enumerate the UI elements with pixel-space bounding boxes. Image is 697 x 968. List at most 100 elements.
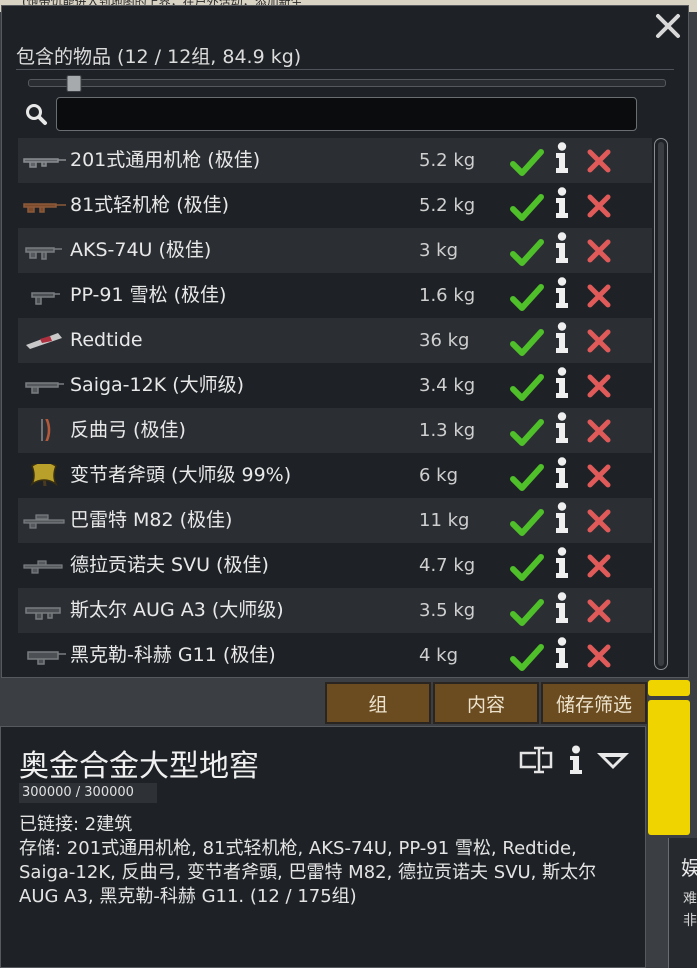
info-icon[interactable] — [553, 367, 571, 399]
close-button[interactable] — [651, 9, 685, 43]
info-icon[interactable] — [553, 637, 571, 669]
inspect-description: 已链接: 2建筑 存储: 201式通用机枪, 81式轻机枪, AKS-74U, … — [19, 813, 599, 909]
item-mass: 4 kg — [419, 645, 459, 666]
info-icon[interactable] — [553, 277, 571, 309]
building-title: 奥金合金大型地窖 — [19, 749, 259, 784]
info-icon[interactable] — [553, 592, 571, 624]
item-mass: 3.4 kg — [419, 375, 476, 396]
checkmark-icon[interactable] — [510, 418, 544, 448]
item-mass: 3.5 kg — [419, 600, 476, 621]
caseless-rifle-icon — [27, 651, 66, 665]
list-item[interactable]: 81式轻机枪 (极佳) 5.2 kg — [18, 183, 652, 228]
checkmark-icon[interactable] — [510, 463, 544, 493]
background-yellow-bar — [648, 680, 690, 696]
info-icon[interactable] — [553, 232, 571, 264]
item-mass: 6 kg — [419, 465, 459, 486]
x-icon[interactable] — [586, 328, 612, 354]
list-item[interactable]: 斯太尔 AUG A3 (大师级) 3.5 kg — [18, 588, 652, 633]
list-item[interactable]: 德拉贡诺夫 SVU (极佳) 4.7 kg — [18, 543, 652, 588]
x-icon[interactable] — [586, 238, 612, 264]
background-yellow-bar — [648, 700, 690, 835]
list-item[interactable]: 201式通用机枪 (极佳) 5.2 kg — [18, 138, 652, 183]
shotgun-icon — [25, 382, 64, 394]
checkmark-icon[interactable] — [510, 283, 544, 313]
contents-window: 包含的物品 (12 / 12组, 84.9 kg) 201式通用机枪 (极佳) 5… — [1, 5, 689, 678]
item-name: AKS-74U (极佳) — [70, 239, 212, 261]
list-item[interactable]: 黑克勒-科赫 G11 (极佳) 4 kg — [18, 633, 652, 678]
list-item[interactable]: 反曲弓 (极佳) 1.3 kg — [18, 408, 652, 453]
info-icon[interactable] — [553, 547, 571, 579]
slider-handle[interactable] — [66, 75, 82, 92]
checkmark-icon[interactable] — [510, 238, 544, 268]
checkmark-icon[interactable] — [510, 148, 544, 178]
x-icon[interactable] — [586, 283, 612, 309]
search-icon — [26, 104, 47, 125]
item-mass: 4.7 kg — [419, 555, 476, 576]
x-icon[interactable] — [586, 463, 612, 489]
item-name: 反曲弓 (极佳) — [70, 419, 186, 441]
list-item[interactable]: 巴雷特 M82 (极佳) 11 kg — [18, 498, 652, 543]
info-icon[interactable] — [553, 412, 571, 444]
item-name: 变节者斧頭 (大师级 99%) — [70, 464, 292, 486]
filter-slider[interactable] — [28, 75, 666, 92]
collapse-icon[interactable] — [595, 745, 631, 775]
item-name: 德拉贡诺夫 SVU (极佳) — [70, 554, 269, 576]
light-machine-gun-icon — [23, 203, 66, 213]
x-icon[interactable] — [586, 598, 612, 624]
tab-groups[interactable]: 组 — [325, 682, 431, 724]
checkmark-icon[interactable] — [510, 508, 544, 538]
storage-contents-text: 存储: 201式通用机枪, 81式轻机枪, AKS-74U, PP-91 雪松,… — [19, 838, 597, 907]
info-icon[interactable] — [553, 457, 571, 489]
scrollbar-thumb[interactable] — [658, 142, 664, 666]
x-icon[interactable] — [586, 148, 612, 174]
checkmark-icon[interactable] — [510, 373, 544, 403]
sniper-rifle-icon — [23, 514, 65, 529]
list-item[interactable]: Saiga-12K (大师级) 3.4 kg — [18, 363, 652, 408]
list-item[interactable]: Redtide 36 kg — [18, 318, 652, 363]
title-divider — [16, 69, 674, 70]
list-item[interactable]: PP-91 雪松 (极佳) 1.6 kg — [18, 273, 652, 318]
inspect-pane: 奥金合金大型地窖 300000 / 300000 已链接: 2建筑 存储: 20… — [0, 726, 646, 968]
list-item[interactable]: AKS-74U (极佳) 3 kg — [18, 228, 652, 273]
item-name: Saiga-12K (大师级) — [70, 374, 245, 396]
x-icon[interactable] — [586, 553, 612, 579]
tab-contents[interactable]: 内容 — [433, 682, 539, 724]
rename-icon[interactable] — [519, 745, 557, 775]
x-icon[interactable] — [586, 418, 612, 444]
x-icon[interactable] — [586, 373, 612, 399]
info-icon[interactable] — [553, 322, 571, 354]
checkmark-icon[interactable] — [510, 643, 544, 673]
checkmark-icon[interactable] — [510, 598, 544, 628]
heavy-weapon-icon — [26, 333, 62, 349]
search-input[interactable] — [56, 97, 637, 131]
tab-storage-filter[interactable]: 储存筛选 — [541, 682, 647, 724]
x-icon[interactable] — [586, 643, 612, 669]
info-icon[interactable] — [567, 745, 585, 775]
bow-icon — [41, 419, 51, 441]
rifle-icon — [25, 247, 62, 260]
item-mass: 1.6 kg — [419, 285, 476, 306]
x-icon[interactable] — [586, 193, 612, 219]
background-side-panel: 娱 难 非 — [668, 838, 697, 968]
machine-gun-icon — [23, 158, 66, 168]
item-name: 201式通用机枪 (极佳) — [70, 149, 261, 171]
smg-icon — [31, 292, 60, 305]
info-icon[interactable] — [553, 187, 571, 219]
hit-points-bar: 300000 / 300000 — [19, 783, 157, 803]
info-icon[interactable] — [553, 142, 571, 174]
list-scrollbar[interactable] — [654, 138, 668, 670]
list-item[interactable]: 变节者斧頭 (大师级 99%) 6 kg — [18, 453, 652, 498]
checkmark-icon[interactable] — [510, 328, 544, 358]
checkmark-icon[interactable] — [510, 553, 544, 583]
linked-buildings-text: 已链接: 2建筑 — [19, 814, 133, 835]
item-list: 201式通用机枪 (极佳) 5.2 kg 81式轻机枪 (极佳) 5.2 kg AKS-… — [18, 138, 652, 678]
item-mass: 36 kg — [419, 330, 470, 351]
checkmark-icon[interactable] — [510, 193, 544, 223]
item-name: 81式轻机枪 (极佳) — [70, 194, 230, 216]
item-mass: 3 kg — [419, 240, 459, 261]
close-icon[interactable] — [654, 12, 682, 40]
item-name: 斯太尔 AUG A3 (大师级) — [70, 599, 284, 621]
axe-icon — [30, 464, 58, 486]
info-icon[interactable] — [553, 502, 571, 534]
x-icon[interactable] — [586, 508, 612, 534]
